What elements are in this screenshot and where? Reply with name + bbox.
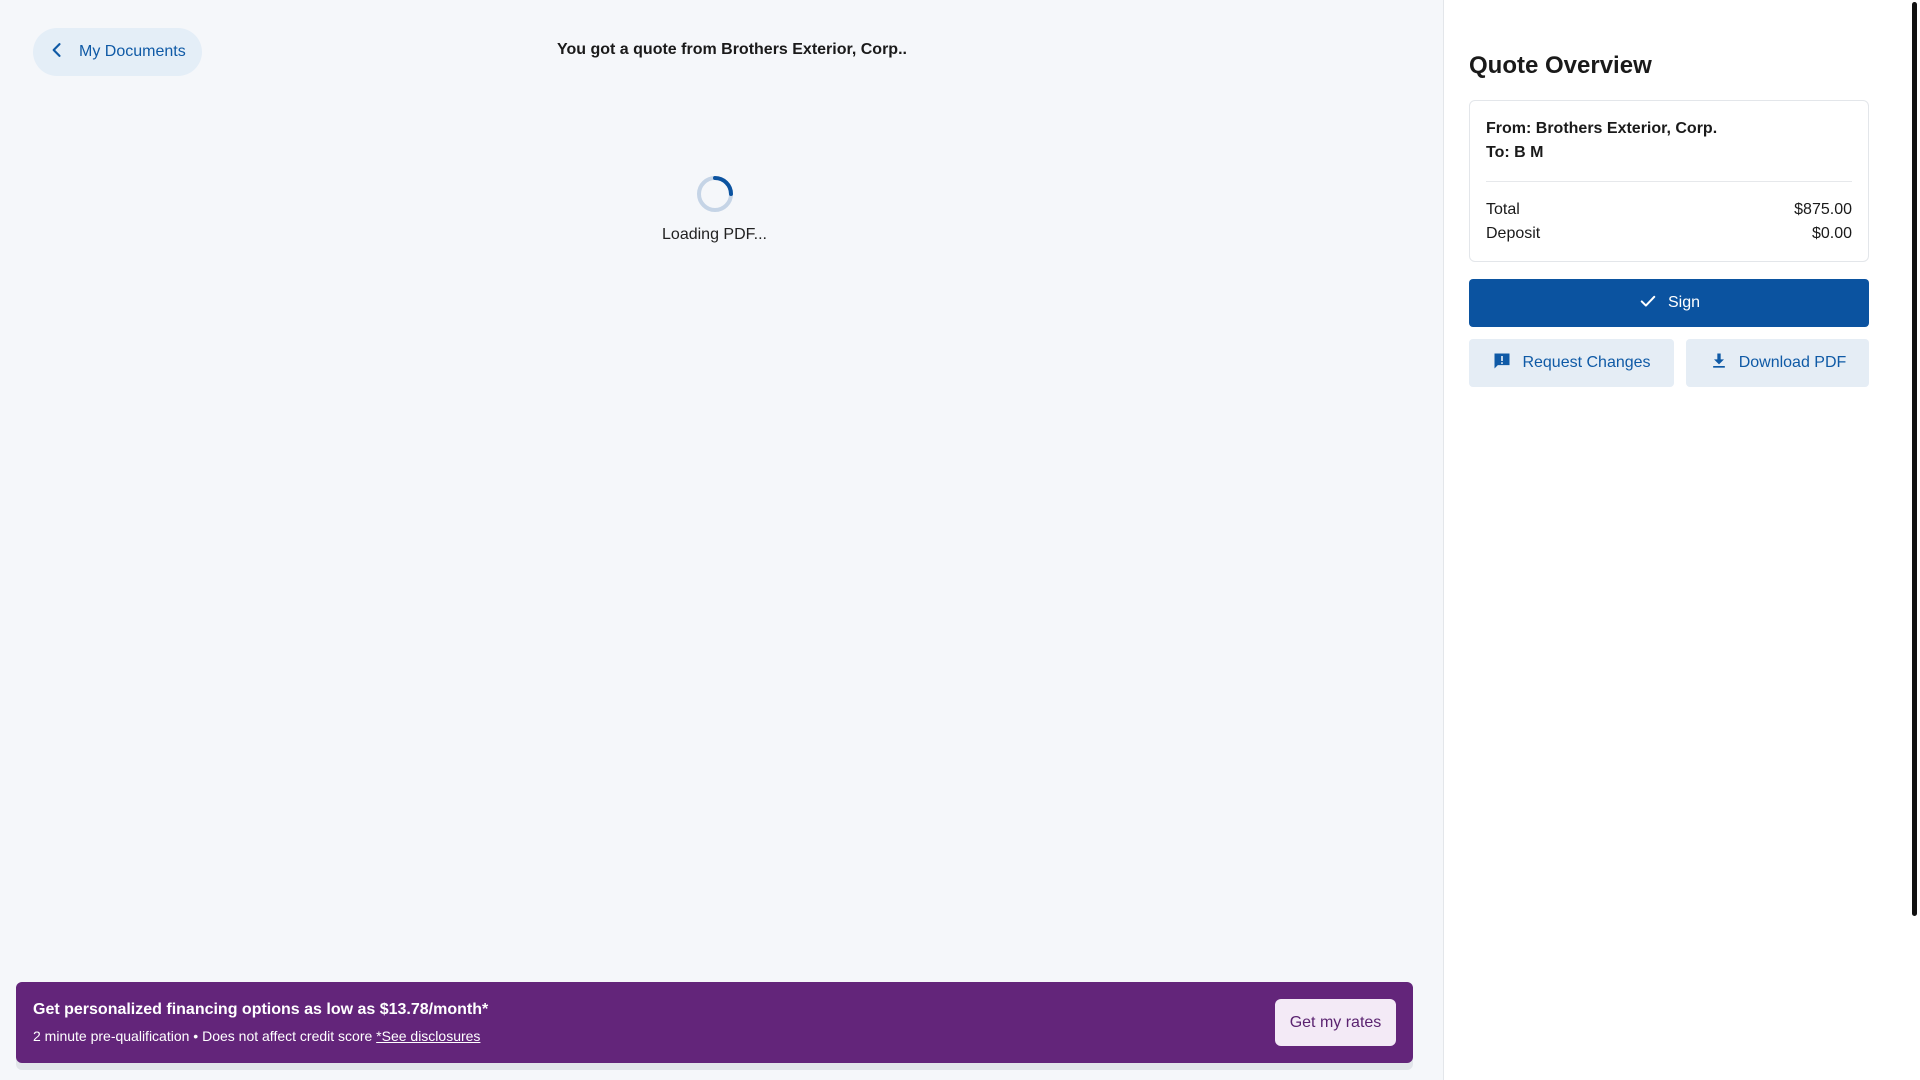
loading-pdf-text: Loading PDF... [662, 226, 767, 243]
financing-headline: Get personalized financing options as lo… [33, 1001, 489, 1018]
deposit-label: Deposit [1486, 225, 1541, 242]
chevron-left-icon [47, 40, 67, 65]
quote-to: To: B M [1486, 144, 1544, 161]
deposit-row: Deposit $0.00 [1486, 225, 1852, 243]
back-button-label: My Documents [79, 43, 186, 60]
quote-overview-title: Quote Overview [1469, 52, 1652, 79]
financing-subtext: 2 minute pre-qualification • Does not af… [33, 1028, 480, 1044]
my-documents-back-button[interactable]: My Documents [33, 28, 202, 76]
page-title: You got a quote from Brothers Exterior, … [557, 41, 907, 58]
see-disclosures-link[interactable]: *See disclosures [376, 1028, 480, 1044]
financing-banner-container: Get personalized financing options as lo… [16, 982, 1413, 1070]
download-pdf-label: Download PDF [1738, 354, 1847, 371]
card-divider [1486, 181, 1852, 182]
request-changes-button[interactable]: Request Changes [1469, 339, 1674, 387]
pdf-loader: Loading PDF... [662, 174, 767, 244]
deposit-value: $0.00 [1811, 225, 1852, 242]
feedback-icon [1492, 351, 1512, 376]
download-icon [1709, 351, 1729, 376]
get-my-rates-button[interactable]: Get my rates [1275, 999, 1396, 1046]
financing-subtext-label: 2 minute pre-qualification • Does not af… [33, 1028, 377, 1044]
total-label: Total [1486, 201, 1520, 218]
quote-from: From: Brothers Exterior, Corp. [1486, 120, 1718, 137]
total-row: Total $875.00 [1486, 201, 1852, 219]
download-pdf-button[interactable]: Download PDF [1686, 339, 1869, 387]
sign-button-label: Sign [1667, 294, 1701, 311]
quote-overview-panel: Quote Overview From: Brothers Exterior, … [1444, 0, 1894, 1080]
quote-summary-card: From: Brothers Exterior, Corp. To: B M T… [1469, 100, 1869, 262]
spinner-icon [695, 174, 735, 214]
scrollbar-thumb[interactable] [1912, 2, 1917, 916]
request-changes-label: Request Changes [1522, 354, 1651, 371]
app-root: My Documents You got a quote from Brothe… [0, 0, 1920, 1080]
check-icon [1638, 291, 1658, 316]
sign-button[interactable]: Sign [1469, 279, 1869, 327]
document-viewer: My Documents You got a quote from Brothe… [0, 0, 1443, 1080]
total-value: $875.00 [1794, 201, 1852, 218]
financing-banner: Get personalized financing options as lo… [16, 982, 1413, 1063]
